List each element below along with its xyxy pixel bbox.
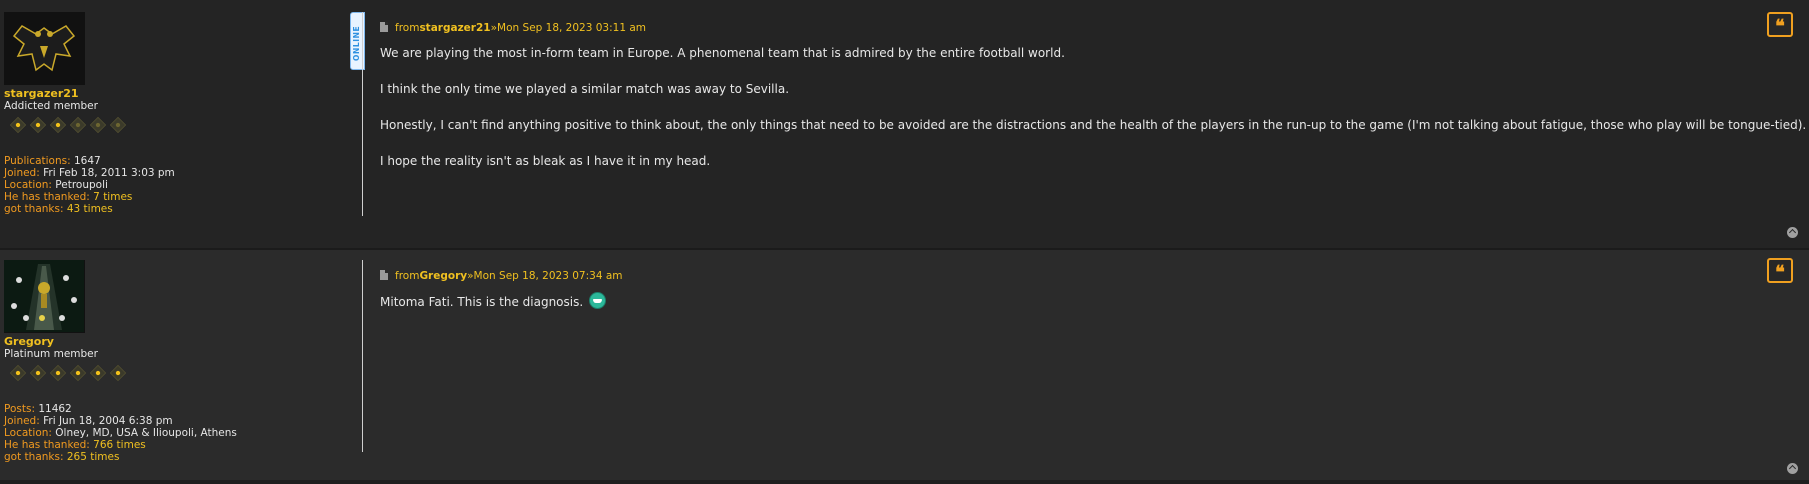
stat-location: Location: Olney, MD, USA & Ilioupoli, At… bbox=[4, 427, 237, 439]
post-author-link[interactable]: Gregory bbox=[419, 270, 467, 282]
rank-star-icon bbox=[29, 116, 47, 134]
grin-smiley-icon bbox=[589, 292, 607, 309]
post-profile: Gregory Platinum member Posts: 11462 Joi… bbox=[4, 260, 344, 463]
rank-star-icon bbox=[69, 116, 87, 134]
quote-button[interactable]: ❝ bbox=[1767, 12, 1793, 37]
user-avatar[interactable] bbox=[4, 12, 85, 85]
stat-thanked: He has thanked: 766 times bbox=[4, 439, 146, 451]
rank-star-icon bbox=[29, 364, 47, 382]
rank-star-icon bbox=[9, 364, 27, 382]
post-author-link[interactable]: stargazer21 bbox=[419, 22, 490, 34]
rank-star-icon bbox=[89, 116, 107, 134]
post-icon[interactable] bbox=[380, 22, 388, 32]
rank-star-icon bbox=[49, 364, 67, 382]
thanked-link[interactable]: 766 times bbox=[93, 439, 146, 451]
stat-got-thanks: got thanks: 43 times bbox=[4, 203, 113, 215]
rank-star-icon bbox=[89, 364, 107, 382]
stat-posts: Posts: 11462 bbox=[4, 403, 72, 415]
rank-stars bbox=[4, 364, 344, 382]
user-stats: Posts: 11462 Joined: Fri Jun 18, 2004 6:… bbox=[4, 403, 344, 463]
rank-star-icon bbox=[109, 116, 127, 134]
post-2: Gregory Platinum member Posts: 11462 Joi… bbox=[0, 248, 1809, 480]
post-meta: fromGregory»Mon Sep 18, 2023 07:34 am bbox=[380, 270, 623, 282]
quote-button[interactable]: ❝ bbox=[1767, 258, 1793, 283]
user-rank: Addicted member bbox=[4, 100, 98, 112]
post-date: Mon Sep 18, 2023 03:11 am bbox=[497, 22, 647, 34]
username[interactable]: stargazer21 bbox=[4, 88, 344, 100]
rank-star-icon bbox=[69, 364, 87, 382]
post-icon[interactable] bbox=[380, 270, 388, 280]
post-meta: fromstargazer21»Mon Sep 18, 2023 03:11 a… bbox=[380, 22, 646, 34]
post-paragraph: I hope the reality isn't as bleak as I h… bbox=[380, 154, 711, 168]
user-stats: Publications: 1647 Joined: Fri Feb 18, 2… bbox=[4, 155, 344, 215]
stat-joined: Joined: Fri Jun 18, 2004 6:38 pm bbox=[4, 415, 173, 427]
post-paragraph: We are playing the most in-form team in … bbox=[380, 46, 1065, 60]
profile-divider bbox=[362, 260, 363, 452]
back-to-top-icon[interactable] bbox=[1787, 227, 1798, 238]
rank-star-icon bbox=[49, 116, 67, 134]
stat-location: Location: Petroupoli bbox=[4, 179, 108, 191]
thanked-link[interactable]: 7 times bbox=[93, 191, 132, 203]
profile-divider bbox=[362, 12, 363, 216]
user-rank: Platinum member bbox=[4, 348, 98, 360]
rank-star-icon bbox=[109, 364, 127, 382]
post-paragraph: Mitoma Fati. This is the diagnosis. bbox=[380, 295, 584, 309]
got-thanks-link[interactable]: 43 times bbox=[67, 203, 113, 215]
rank-star-icon bbox=[9, 116, 27, 134]
post-content: We are playing the most in-form team in … bbox=[380, 46, 1806, 190]
post-profile: stargazer21 Addicted member Publications… bbox=[4, 12, 344, 215]
stat-joined: Joined: Fri Feb 18, 2011 3:03 pm bbox=[4, 167, 175, 179]
post-1: stargazer21 Addicted member Publications… bbox=[0, 0, 1809, 248]
post-content: Mitoma Fati. This is the diagnosis. bbox=[380, 292, 607, 309]
post-paragraph: I think the only time we played a simila… bbox=[380, 82, 790, 96]
got-thanks-link[interactable]: 265 times bbox=[67, 451, 120, 463]
user-avatar[interactable] bbox=[4, 260, 85, 333]
back-to-top-icon[interactable] bbox=[1787, 463, 1798, 474]
post-paragraph: Honestly, I can't find anything positive… bbox=[380, 118, 1807, 132]
stat-thanked: He has thanked: 7 times bbox=[4, 191, 133, 203]
stat-got-thanks: got thanks: 265 times bbox=[4, 451, 120, 463]
post-date: Mon Sep 18, 2023 07:34 am bbox=[473, 270, 623, 282]
stat-publications: Publications: 1647 bbox=[4, 155, 101, 167]
rank-stars bbox=[4, 116, 344, 134]
username[interactable]: Gregory bbox=[4, 336, 344, 348]
